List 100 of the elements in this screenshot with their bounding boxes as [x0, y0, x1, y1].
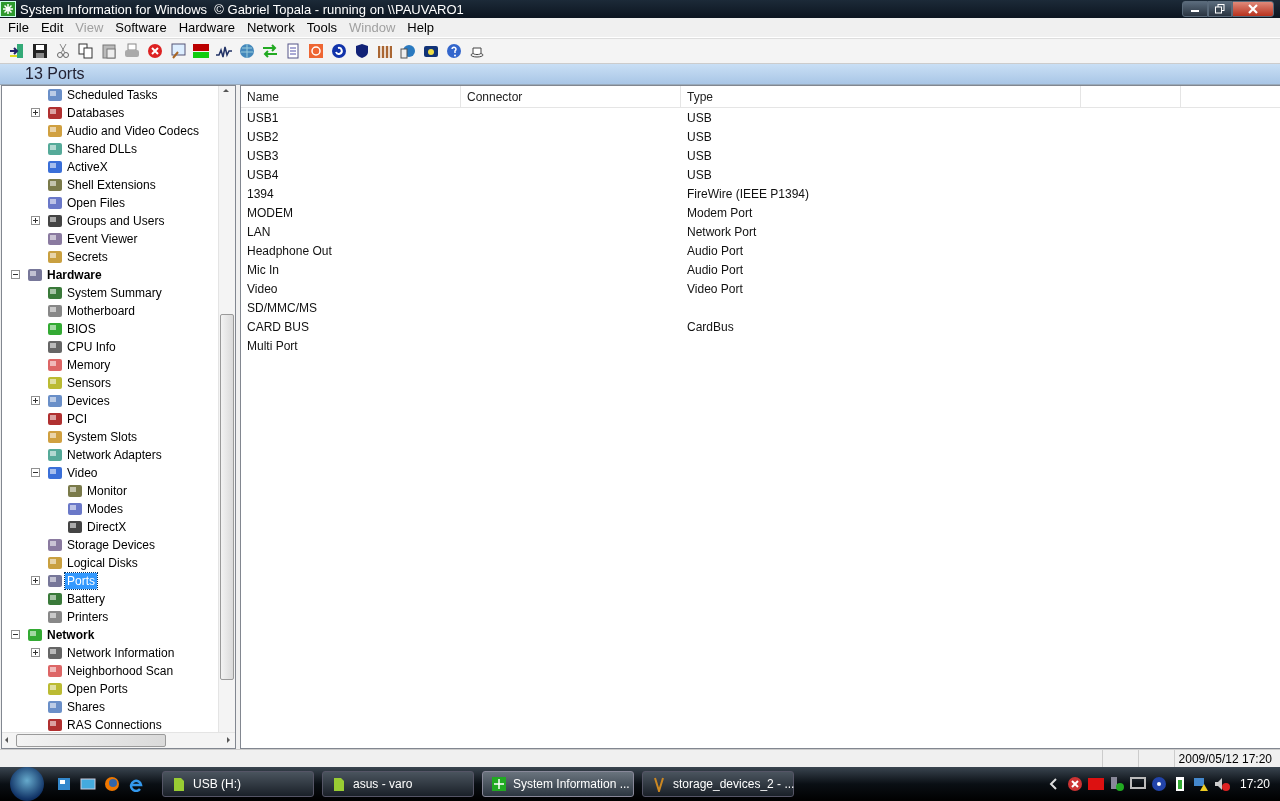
tree-item[interactable]: Neighborhood Scan	[65, 662, 176, 679]
tree-item[interactable]: System Slots	[65, 428, 140, 445]
menu-item[interactable]: Software	[109, 20, 173, 36]
horizontal-scrollbar[interactable]	[2, 731, 235, 748]
tree-item[interactable]: Devices	[65, 392, 112, 409]
node-icon	[47, 374, 63, 391]
menu-item[interactable]: Hardware	[172, 20, 241, 36]
tree-item[interactable]: Audio and Video Codecs	[65, 122, 201, 139]
node-icon	[27, 626, 43, 643]
shield-icon[interactable]	[354, 43, 370, 59]
exit-icon[interactable]	[9, 43, 25, 59]
table-cell-text: USB	[686, 128, 713, 146]
tree-item[interactable]: Open Files	[65, 194, 128, 211]
globe-icon[interactable]	[239, 43, 255, 59]
columns-icon[interactable]	[377, 43, 393, 59]
expand-icon[interactable]	[30, 576, 40, 586]
tree-item[interactable]: Network Information	[65, 644, 177, 661]
menu-item[interactable]: Tools	[300, 20, 344, 36]
tree-item[interactable]: System Summary	[65, 284, 164, 301]
app-icon	[491, 776, 507, 792]
tree-item[interactable]: Scheduled Tasks	[65, 86, 160, 103]
expand-icon[interactable]	[30, 108, 40, 118]
tree-item[interactable]: BIOS	[65, 320, 98, 337]
node-icon	[47, 680, 63, 697]
shield-x-icon[interactable]	[1066, 776, 1083, 792]
folder-icon	[331, 776, 347, 792]
tree-item[interactable]: Hardware	[45, 266, 104, 283]
tree-item[interactable]: Battery	[65, 590, 107, 607]
tree-item[interactable]: Network Adapters	[65, 446, 164, 463]
menu-item[interactable]: Network	[241, 20, 301, 36]
menu-item[interactable]: Help	[401, 20, 441, 36]
expand-icon[interactable]	[30, 216, 40, 226]
refresh-icon[interactable]	[331, 43, 347, 59]
tree-item[interactable]: Secrets	[65, 248, 110, 265]
help-icon[interactable]	[446, 43, 462, 59]
restore-button[interactable]	[1208, 1, 1232, 18]
tree-item[interactable]: Video	[65, 464, 100, 481]
tree-item[interactable]: Event Viewer	[65, 230, 140, 247]
tree-item[interactable]: Network	[45, 626, 97, 643]
column-header[interactable]: Name	[241, 85, 461, 107]
folder-icon	[171, 776, 187, 792]
table-cell-text: USB	[686, 166, 713, 184]
tree-item[interactable]: Shell Extensions	[65, 176, 158, 193]
power-icon[interactable]	[308, 43, 324, 59]
color-bar-icon[interactable]	[193, 43, 209, 59]
menu-item[interactable]: Edit	[34, 20, 70, 36]
table-cell-text: Modem Port	[686, 204, 754, 222]
monitor-chart-icon[interactable]	[170, 43, 186, 59]
tree-item[interactable]: ActiveX	[65, 158, 110, 175]
tree-item[interactable]: Groups and Users	[65, 212, 167, 229]
close-button[interactable]	[1232, 1, 1274, 18]
minimize-button[interactable]	[1182, 1, 1208, 18]
node-icon	[47, 104, 63, 121]
column-header[interactable]: Type	[681, 85, 1081, 107]
clock[interactable]: 17:20	[1239, 777, 1270, 791]
tree-item[interactable]: Open Ports	[65, 680, 130, 697]
tree-item[interactable]: RAS Connections	[65, 716, 164, 732]
start-button[interactable]	[10, 767, 44, 801]
node-icon	[47, 338, 63, 355]
stop-icon[interactable]	[147, 43, 163, 59]
column-header[interactable]: Connector	[461, 85, 681, 107]
tree-item[interactable]: Shared DLLs	[65, 140, 140, 157]
tree-item[interactable]: Sensors	[65, 374, 114, 391]
tree-item[interactable]: Shares	[65, 698, 108, 715]
taskbar-button[interactable]: USB (H:)	[162, 771, 314, 797]
taskbar-button[interactable]: storage_devices_2 - ...	[642, 771, 794, 797]
logo-badge-icon[interactable]	[1087, 776, 1104, 792]
taskbar-button[interactable]: asus - varo	[322, 771, 474, 797]
expand-icon[interactable]	[30, 648, 40, 658]
tree-item[interactable]: PCI	[65, 410, 89, 427]
scissors-icon[interactable]	[55, 43, 71, 59]
paste-icon[interactable]	[101, 43, 117, 59]
collapse-icon[interactable]	[10, 630, 20, 640]
tree-item[interactable]: Databases	[65, 104, 127, 121]
monitor-icon[interactable]	[1129, 776, 1146, 792]
table-cell-text: CARD BUS	[246, 318, 310, 336]
tree-item[interactable]: Memory	[65, 356, 113, 373]
tree-item[interactable]: Modes	[85, 500, 126, 517]
save-icon[interactable]	[32, 43, 48, 59]
menu-item[interactable]: File	[2, 20, 35, 36]
tree-item[interactable]: DirectX	[85, 518, 129, 535]
tree-item[interactable]: Logical Disks	[65, 554, 140, 571]
collapse-icon[interactable]	[10, 270, 20, 280]
copy-icon[interactable]	[78, 43, 94, 59]
collapse-icon[interactable]	[30, 468, 40, 478]
tree-item[interactable]: Storage Devices	[65, 536, 158, 553]
node-icon	[47, 392, 63, 409]
taskbar-button[interactable]: System Information ...	[482, 771, 634, 797]
desktop-icon[interactable]	[80, 776, 96, 792]
tree-item[interactable]: CPU Info	[65, 338, 118, 355]
speaker-muted-icon[interactable]	[1213, 776, 1230, 792]
tree-item[interactable]: Motherboard	[65, 302, 138, 319]
arrows-icon[interactable]	[262, 43, 278, 59]
tree-item[interactable]: Monitor	[85, 482, 129, 499]
expand-icon[interactable]	[30, 396, 40, 406]
table-cell-text: Network Port	[686, 223, 758, 241]
table-cell-text: USB2	[246, 128, 280, 146]
vertical-scrollbar[interactable]	[218, 85, 235, 732]
tree-item[interactable]: Printers	[65, 608, 111, 625]
network-warning-icon[interactable]	[1192, 776, 1209, 792]
